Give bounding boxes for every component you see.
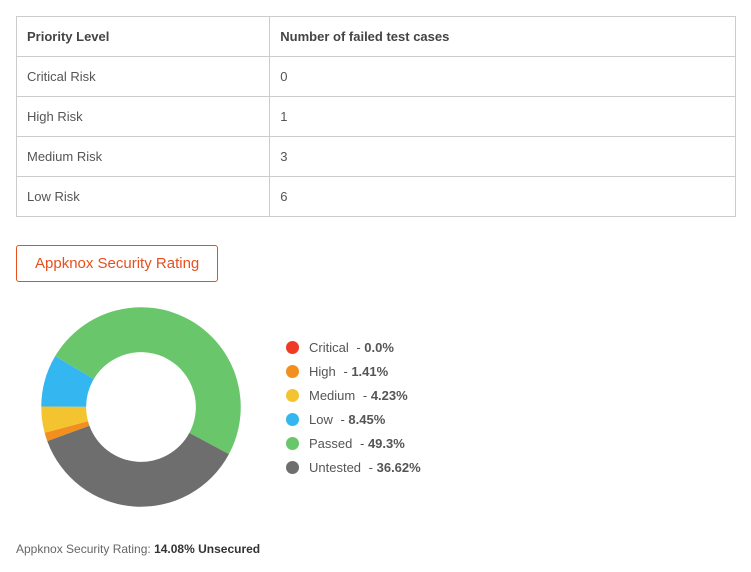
legend-value: 8.45% [348,412,385,427]
legend-item-medium: Medium - 4.23% [286,388,421,403]
legend-value: 0.0% [364,340,394,355]
table-header-priority: Priority Level [17,17,270,57]
row-value: 1 [270,97,736,137]
legend-item-low: Low - 8.45% [286,412,421,427]
security-rating-footer: Appknox Security Rating: 14.08% Unsecure… [16,542,735,556]
donut-chart [36,302,246,512]
legend-value: 36.62% [377,460,421,475]
legend-item-untested: Untested - 36.62% [286,460,421,475]
legend-item-passed: Passed - 49.3% [286,436,421,451]
legend-swatch-icon [286,365,299,378]
table-row: Medium Risk 3 [17,137,736,177]
row-label: Low Risk [17,177,270,217]
legend-label: Passed [309,436,352,451]
row-label: Medium Risk [17,137,270,177]
legend-value: 49.3% [368,436,405,451]
row-value: 0 [270,57,736,97]
footer-prefix: Appknox Security Rating: [16,542,154,556]
row-label: High Risk [17,97,270,137]
row-label: Critical Risk [17,57,270,97]
legend-swatch-icon [286,437,299,450]
legend-label: Low [309,412,333,427]
table-row: High Risk 1 [17,97,736,137]
risk-table: Priority Level Number of failed test cas… [16,16,736,217]
table-row: Critical Risk 0 [17,57,736,97]
legend-swatch-icon [286,413,299,426]
legend-swatch-icon [286,389,299,402]
legend-value: 4.23% [371,388,408,403]
legend-label: Untested [309,460,361,475]
security-rating-badge: Appknox Security Rating [16,245,218,282]
legend-swatch-icon [286,341,299,354]
legend-swatch-icon [286,461,299,474]
legend-label: Medium [309,388,355,403]
legend-item-high: High - 1.41% [286,364,421,379]
chart-legend: Critical - 0.0% High - 1.41% Medium - 4.… [286,340,421,475]
row-value: 3 [270,137,736,177]
legend-item-critical: Critical - 0.0% [286,340,421,355]
table-row: Low Risk 6 [17,177,736,217]
table-header-failed: Number of failed test cases [270,17,736,57]
chart-area: Critical - 0.0% High - 1.41% Medium - 4.… [36,302,735,512]
row-value: 6 [270,177,736,217]
legend-value: 1.41% [351,364,388,379]
legend-label: Critical [309,340,349,355]
legend-label: High [309,364,336,379]
footer-value: 14.08% Unsecured [154,542,260,556]
